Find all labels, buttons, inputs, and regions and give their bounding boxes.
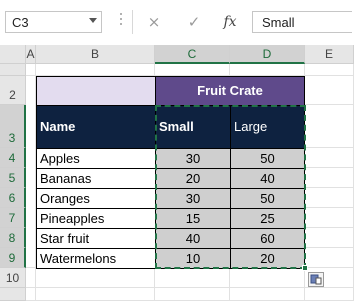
cell-b10[interactable]: [36, 268, 155, 288]
cell-large[interactable]: 50: [230, 188, 305, 209]
cell-name[interactable]: Pineapples: [36, 208, 156, 229]
cell-name[interactable]: Bananas: [36, 168, 156, 189]
cell-e1[interactable]: [305, 64, 354, 76]
cell-small[interactable]: 10: [155, 248, 231, 269]
cancel-icon[interactable]: ×: [143, 11, 165, 33]
formula-value: Small: [262, 15, 295, 30]
column-header-d[interactable]: D: [230, 45, 305, 64]
row-header-1[interactable]: [0, 64, 26, 76]
cell-d11[interactable]: [230, 288, 305, 301]
cell-b2[interactable]: [36, 76, 156, 106]
formula-bar: C3 × ✓ fx Small: [0, 0, 354, 44]
merged-header-fruit-crate[interactable]: Fruit Crate: [155, 76, 305, 106]
divider: [132, 10, 133, 34]
cell-name[interactable]: Oranges: [36, 188, 156, 209]
header-name[interactable]: Name: [36, 105, 156, 149]
column-a-cells[interactable]: [26, 76, 36, 268]
formula-input[interactable]: Small: [252, 11, 352, 33]
row-header-3[interactable]: 3: [0, 105, 26, 148]
cell-small[interactable]: 40: [155, 228, 231, 249]
cell-name[interactable]: Apples: [36, 148, 156, 169]
cell-small[interactable]: 20: [155, 168, 231, 189]
cell-e4[interactable]: [305, 148, 354, 168]
row-header-2[interactable]: 2: [0, 76, 26, 105]
cell-e2[interactable]: [305, 76, 354, 105]
cell-large[interactable]: 20: [230, 248, 305, 269]
fill-handle[interactable]: [302, 265, 308, 271]
column-header-a[interactable]: A: [26, 45, 36, 64]
row-header-4[interactable]: 4: [0, 148, 26, 168]
header-large[interactable]: Large: [230, 105, 305, 149]
column-header-e[interactable]: E: [305, 45, 354, 64]
cell-a1[interactable]: [26, 64, 36, 76]
cell-b11[interactable]: [36, 288, 155, 301]
row-header-5[interactable]: 5: [0, 168, 26, 188]
cell-small[interactable]: 30: [155, 188, 231, 209]
header-small[interactable]: Small: [155, 105, 231, 149]
cell-e5[interactable]: [305, 168, 354, 188]
cell-c10[interactable]: [155, 268, 230, 288]
cell-c1[interactable]: [155, 64, 230, 76]
cell-e11[interactable]: [305, 288, 354, 301]
column-header-b[interactable]: B: [36, 45, 155, 64]
name-box-value: C3: [12, 15, 29, 30]
cell-large[interactable]: 50: [230, 148, 305, 169]
row-header-11[interactable]: [0, 288, 26, 301]
cell-large[interactable]: 40: [230, 168, 305, 189]
select-all-corner[interactable]: [0, 45, 26, 64]
paste-options-icon[interactable]: [308, 272, 324, 287]
cell-name[interactable]: Watermelons: [36, 248, 156, 269]
row-header-10[interactable]: 10: [0, 268, 26, 288]
row-header-7[interactable]: 7: [0, 208, 26, 228]
column-header-c[interactable]: C: [155, 45, 230, 64]
cell-e6[interactable]: [305, 188, 354, 208]
row-header-9[interactable]: 9: [0, 248, 26, 268]
row-header-6[interactable]: 6: [0, 188, 26, 208]
more-options-icon: [120, 13, 123, 31]
cell-small[interactable]: 30: [155, 148, 231, 169]
cell-d1[interactable]: [230, 64, 305, 76]
cell-e3[interactable]: [305, 105, 354, 148]
insert-function-icon[interactable]: fx: [219, 11, 241, 33]
cell-large[interactable]: 60: [230, 228, 305, 249]
cell-name[interactable]: Star fruit: [36, 228, 156, 249]
cell-d10[interactable]: [230, 268, 305, 288]
cell-c11[interactable]: [155, 288, 230, 301]
cell-small[interactable]: 15: [155, 208, 231, 229]
row-header-8[interactable]: 8: [0, 228, 26, 248]
cell-a10[interactable]: [26, 268, 36, 288]
chevron-down-icon[interactable]: [89, 18, 97, 23]
cell-b1[interactable]: [36, 64, 155, 76]
cell-large[interactable]: 25: [230, 208, 305, 229]
cell-e9[interactable]: [305, 248, 354, 268]
enter-icon[interactable]: ✓: [183, 11, 205, 33]
cell-e8[interactable]: [305, 228, 354, 248]
name-box[interactable]: C3: [5, 11, 102, 33]
cell-e7[interactable]: [305, 208, 354, 228]
cell-a11[interactable]: [26, 288, 36, 301]
